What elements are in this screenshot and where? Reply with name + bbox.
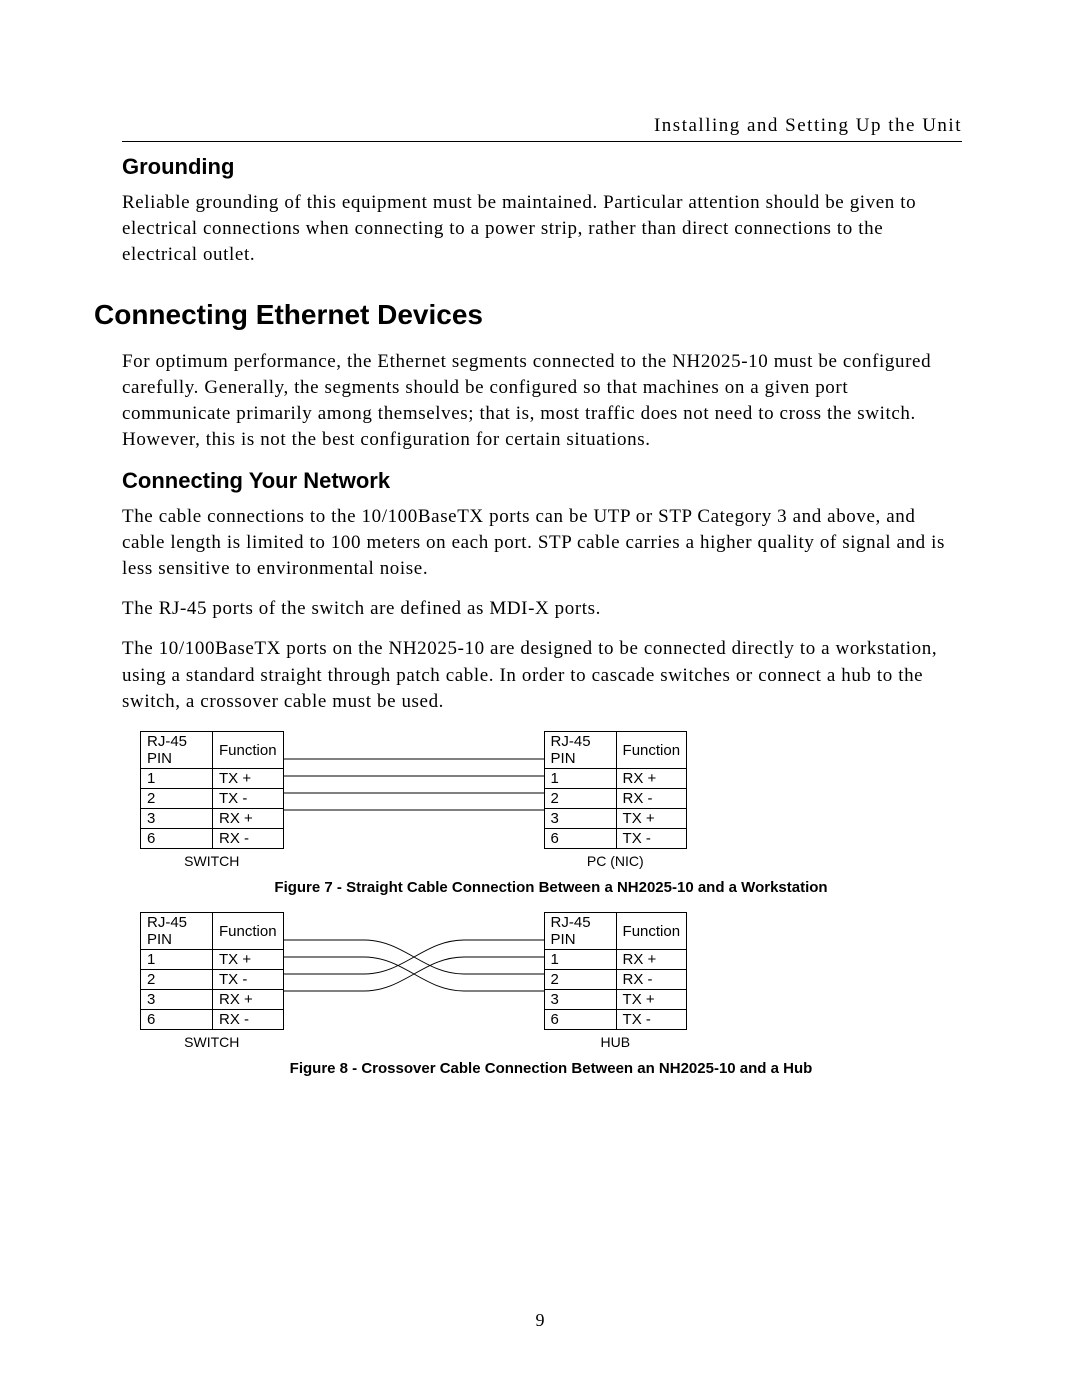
cell: TX - bbox=[213, 789, 284, 809]
cell: TX + bbox=[616, 809, 687, 829]
pin-tables: RJ-45 PIN Function 1TX + 2TX - 3RX + 6RX… bbox=[140, 731, 962, 869]
table-sublabel: SWITCH bbox=[140, 1034, 284, 1050]
table-row: 1RX + bbox=[544, 950, 687, 970]
table-header-pin: RJ-45 PIN bbox=[141, 732, 213, 769]
table-row: 2TX - bbox=[141, 970, 284, 990]
figure-caption: Figure 8 - Crossover Cable Connection Be… bbox=[140, 1060, 962, 1077]
table-header-pin: RJ-45 PIN bbox=[544, 913, 616, 950]
paragraph: The cable connections to the 10/100BaseT… bbox=[122, 504, 962, 583]
table-row: RJ-45 PIN Function bbox=[544, 913, 687, 950]
crossover-cable-icon bbox=[284, 912, 544, 1002]
table-row: RJ-45 PIN Function bbox=[544, 732, 687, 769]
heading-connecting-your-network: Connecting Your Network bbox=[122, 468, 962, 494]
pin-table-right: RJ-45 PIN Function 1RX + 2RX - 3TX + 6TX… bbox=[544, 731, 688, 869]
paragraph: The RJ-45 ports of the switch are define… bbox=[122, 596, 962, 622]
page-number: 9 bbox=[0, 1310, 1080, 1331]
cell: RX - bbox=[213, 829, 284, 849]
figure-8: RJ-45 PIN Function 1TX + 2TX - 3RX + 6RX… bbox=[140, 912, 962, 1077]
cell: TX + bbox=[213, 769, 284, 789]
pin-table-right: RJ-45 PIN Function 1RX + 2RX - 3TX + 6TX… bbox=[544, 912, 688, 1050]
table-header-pin: RJ-45 PIN bbox=[141, 913, 213, 950]
paragraph: Reliable grounding of this equipment mus… bbox=[122, 190, 962, 269]
pin-table-left: RJ-45 PIN Function 1TX + 2TX - 3RX + 6RX… bbox=[140, 912, 284, 1050]
figure-caption: Figure 7 - Straight Cable Connection Bet… bbox=[140, 879, 962, 896]
pin-table: RJ-45 PIN Function 1RX + 2RX - 3TX + 6TX… bbox=[544, 731, 688, 849]
table-row: 1RX + bbox=[544, 769, 687, 789]
table-row: 1TX + bbox=[141, 769, 284, 789]
pin-table: RJ-45 PIN Function 1RX + 2RX - 3TX + 6TX… bbox=[544, 912, 688, 1030]
cell: TX - bbox=[213, 970, 284, 990]
figure-7: RJ-45 PIN Function 1TX + 2TX - 3RX + 6RX… bbox=[140, 731, 962, 896]
table-row: 2TX - bbox=[141, 789, 284, 809]
cell: 2 bbox=[141, 789, 213, 809]
cell: TX - bbox=[616, 1010, 687, 1030]
table-row: 1TX + bbox=[141, 950, 284, 970]
table-header-fn: Function bbox=[616, 732, 687, 769]
heading-grounding: Grounding bbox=[122, 154, 962, 180]
cell: TX - bbox=[616, 829, 687, 849]
running-header: Installing and Setting Up the Unit bbox=[122, 115, 962, 142]
cell: RX + bbox=[213, 809, 284, 829]
table-header-pin: RJ-45 PIN bbox=[544, 732, 616, 769]
paragraph: For optimum performance, the Ethernet se… bbox=[122, 349, 962, 454]
cell: 6 bbox=[544, 829, 616, 849]
table-row: RJ-45 PIN Function bbox=[141, 732, 284, 769]
table-header-fn: Function bbox=[616, 913, 687, 950]
cell: 1 bbox=[141, 769, 213, 789]
table-row: 6RX - bbox=[141, 829, 284, 849]
heading-connecting-ethernet-devices: Connecting Ethernet Devices bbox=[94, 299, 962, 331]
pin-table: RJ-45 PIN Function 1TX + 2TX - 3RX + 6RX… bbox=[140, 912, 284, 1030]
table-row: 3RX + bbox=[141, 990, 284, 1010]
cell: 3 bbox=[141, 990, 213, 1010]
table-sublabel: PC (NIC) bbox=[544, 853, 688, 869]
table-row: 3RX + bbox=[141, 809, 284, 829]
pin-table: RJ-45 PIN Function 1TX + 2TX - 3RX + 6RX… bbox=[140, 731, 284, 849]
table-row: 6TX - bbox=[544, 1010, 687, 1030]
pin-table-left: RJ-45 PIN Function 1TX + 2TX - 3RX + 6RX… bbox=[140, 731, 284, 869]
page: Installing and Setting Up the Unit Groun… bbox=[0, 0, 1080, 1397]
cell: RX + bbox=[616, 950, 687, 970]
table-header-fn: Function bbox=[213, 913, 284, 950]
cell: 1 bbox=[544, 950, 616, 970]
cell: TX + bbox=[616, 990, 687, 1010]
cell: 6 bbox=[141, 829, 213, 849]
cell: 6 bbox=[544, 1010, 616, 1030]
table-row: 3TX + bbox=[544, 809, 687, 829]
cell: 2 bbox=[544, 970, 616, 990]
table-sublabel: SWITCH bbox=[140, 853, 284, 869]
table-row: 3TX + bbox=[544, 990, 687, 1010]
cell: RX - bbox=[616, 970, 687, 990]
table-header-fn: Function bbox=[213, 732, 284, 769]
cell: RX - bbox=[616, 789, 687, 809]
pin-tables: RJ-45 PIN Function 1TX + 2TX - 3RX + 6RX… bbox=[140, 912, 962, 1050]
table-sublabel: HUB bbox=[544, 1034, 688, 1050]
cell: 2 bbox=[544, 789, 616, 809]
straight-cable-icon bbox=[284, 731, 544, 821]
table-row: 6TX - bbox=[544, 829, 687, 849]
cell: 1 bbox=[141, 950, 213, 970]
cell: 3 bbox=[544, 809, 616, 829]
table-row: 6RX - bbox=[141, 1010, 284, 1030]
table-row: 2RX - bbox=[544, 789, 687, 809]
cell: 3 bbox=[544, 990, 616, 1010]
cell: 1 bbox=[544, 769, 616, 789]
cell: RX + bbox=[616, 769, 687, 789]
cell: 6 bbox=[141, 1010, 213, 1030]
paragraph: The 10/100BaseTX ports on the NH2025-10 … bbox=[122, 636, 962, 715]
cell: 3 bbox=[141, 809, 213, 829]
cell: RX - bbox=[213, 1010, 284, 1030]
cell: 2 bbox=[141, 970, 213, 990]
cell: RX + bbox=[213, 990, 284, 1010]
table-row: 2RX - bbox=[544, 970, 687, 990]
table-row: RJ-45 PIN Function bbox=[141, 913, 284, 950]
cell: TX + bbox=[213, 950, 284, 970]
